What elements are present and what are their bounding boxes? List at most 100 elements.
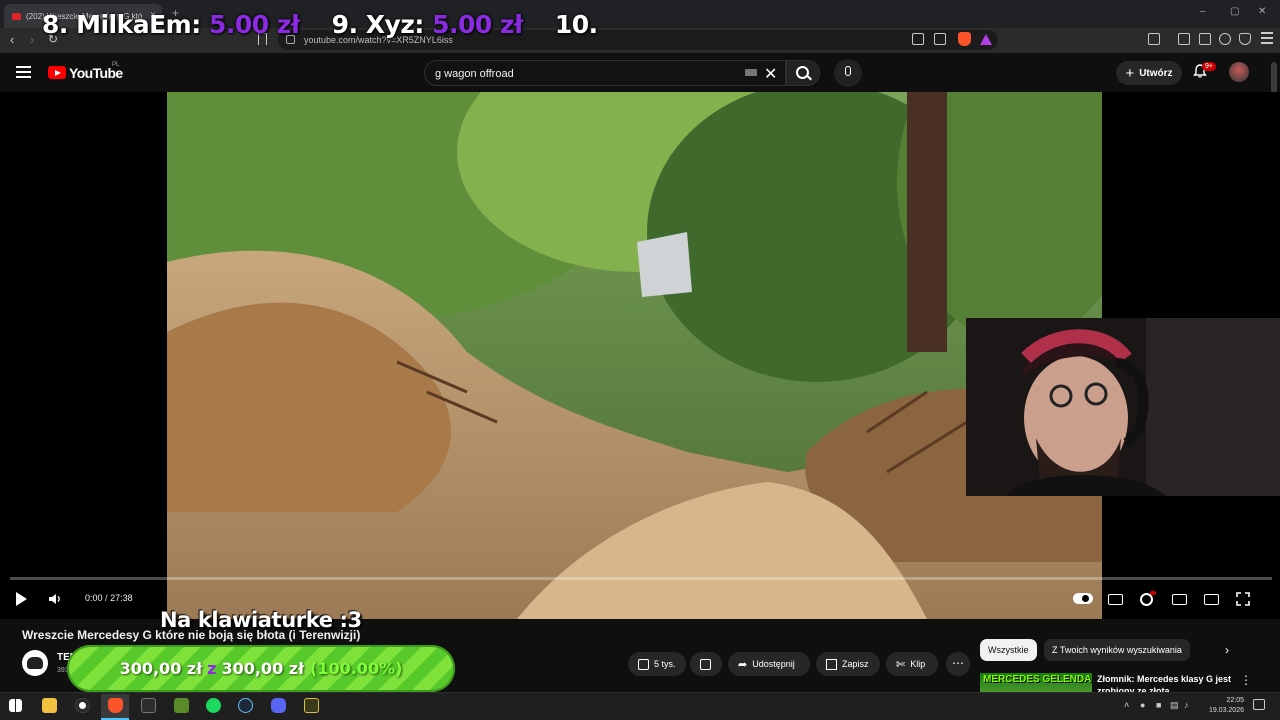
time-separator: / [105,593,108,603]
mic-tray-icon[interactable]: ● [1140,700,1145,710]
scissors-icon: ✄ [896,658,906,671]
steam-icon[interactable] [238,698,253,713]
leo-ai-icon[interactable] [1219,33,1231,45]
share-icon[interactable] [934,33,946,45]
wallet-icon[interactable] [1199,33,1211,45]
donor-name: 10. [554,9,598,39]
clock-date: 19.03.2026 [1208,707,1244,714]
save-button[interactable]: Zapisz [816,652,880,676]
thumbs-down-icon [700,658,711,670]
donor-name: 9. Xyz: [331,9,425,39]
vpn-shield-icon[interactable] [1239,33,1251,45]
donor-amount: 5.00 zł [208,9,300,39]
forward-icon[interactable]: › [30,32,34,47]
suggestion-title[interactable]: Złomnik: Mercedes klasy G jest zrobiony … [1097,673,1237,693]
notification-badge: 9+ [1202,62,1216,71]
share-arrow-icon: ➦ [738,658,748,671]
donor-amount: 5.00 zł [432,9,523,39]
brave-rewards-icon[interactable] [980,34,992,45]
reader-icon[interactable] [1148,33,1160,45]
webcam-overlay [966,318,1280,496]
hd-badge [1150,591,1156,595]
suggestion-thumbnail[interactable]: MERCEDES GELENDA [980,673,1092,693]
tray-app-icon[interactable]: ■ [1156,700,1161,710]
chip-scroll-right-icon[interactable]: › [1225,643,1229,657]
windows-start-icon[interactable] [9,699,22,712]
keyboard-icon[interactable] [745,69,757,76]
brave-shield-icon[interactable] [958,32,971,46]
volume-icon[interactable] [48,593,62,605]
goal-current: 300,00 zł [119,659,203,678]
play-icon[interactable] [16,592,27,606]
hamburger-menu-icon[interactable] [16,66,31,81]
minimize-button[interactable]: – [1200,6,1206,17]
autoplay-toggle[interactable] [1073,593,1093,604]
chip-from-search[interactable]: Z Twoich wyników wyszukiwania [1044,639,1190,661]
notification-center-icon[interactable] [1253,699,1265,710]
more-actions-button[interactable]: ⋯ [946,652,970,676]
create-button[interactable]: + Utwórz [1116,61,1182,85]
goal-percent: (100.00%) [310,659,403,678]
plus-icon: + [1125,64,1135,82]
chip-all[interactable]: Wszystkie [980,639,1037,661]
network-icon[interactable]: ▤ [1170,700,1179,711]
time-display: 0:00 / 27:38 [85,593,133,603]
search-button[interactable] [786,60,820,86]
youtube-favicon-icon [12,12,21,20]
windows-taskbar [0,692,1280,720]
clock-time: 22:05 [1226,697,1244,704]
thumbnail-text: MERCEDES GELENDA [983,674,1092,685]
donor-name: 8. MilkaEm: [42,9,201,39]
user-avatar[interactable] [1229,62,1249,82]
minecraft-icon[interactable] [174,698,189,713]
brave-browser-icon[interactable] [108,698,123,713]
channel-avatar[interactable] [22,650,48,676]
like-count: 5 tys. [654,659,676,669]
save-playlist-icon [826,658,837,670]
theater-mode-icon[interactable] [1172,594,1187,605]
cast-icon[interactable] [912,33,924,45]
epic-games-icon[interactable] [141,698,156,713]
obs-icon[interactable] [75,698,90,713]
video-frame[interactable] [167,92,1102,619]
sidebar-icon[interactable] [1178,33,1190,45]
share-label: Udostępnij [752,659,795,669]
goal-target: 300,00 zł [221,659,305,678]
donation-goal-bar: 300,00 zł z 300,00 zł (100.00%) [67,645,455,692]
cast-to-tv-icon[interactable] [1204,594,1219,605]
taskbar-clock[interactable]: 22:05 19.03.2026 [1196,696,1244,716]
discord-icon[interactable] [271,698,286,713]
back-icon[interactable]: ‹ [10,32,14,47]
clear-search-icon[interactable]: ✕ [764,64,777,84]
create-label: Utwórz [1139,67,1173,79]
clip-button[interactable]: ✄ Klip [886,652,938,676]
time-total: 27:38 [110,593,133,603]
youtube-logo-icon[interactable] [48,66,66,79]
microphone-icon [845,66,851,76]
clip-label: Klip [910,659,926,669]
subtitles-icon[interactable] [1108,594,1123,605]
tray-chevron-icon[interactable]: ˄ [1124,700,1129,710]
file-explorer-icon[interactable] [42,698,57,713]
spotify-icon[interactable] [206,698,221,713]
voice-search-button[interactable] [834,59,862,87]
close-window-button[interactable]: ✕ [1258,6,1266,17]
donor-ranking-overlay: 8. MilkaEm: 5.00 zł 9. Xyz: 5.00 zł 10. [42,8,598,40]
fullscreen-icon[interactable] [1236,592,1250,606]
dislike-button[interactable] [690,652,722,676]
time-current: 0:00 [85,593,103,603]
save-label: Zapisz [842,659,869,669]
progress-bar[interactable] [10,577,1272,580]
youtube-region-label: PL [112,62,120,68]
app-icon[interactable] [304,698,319,713]
maximize-button[interactable]: ▢ [1230,6,1239,17]
search-input[interactable]: g wagon offroad [424,60,786,86]
browser-menu-icon[interactable] [1261,32,1273,44]
thumbs-up-icon [638,658,649,670]
like-button[interactable]: 5 tys. [628,652,686,676]
share-button[interactable]: ➦ Udostępnij [728,652,810,676]
suggestion-menu-icon[interactable]: ⋮ [1240,673,1252,687]
video-title: Wreszcie Mercedesy G które nie boją się … [22,628,361,642]
goal-separator: z [207,659,217,678]
speaker-icon[interactable]: ♪ [1184,700,1189,710]
